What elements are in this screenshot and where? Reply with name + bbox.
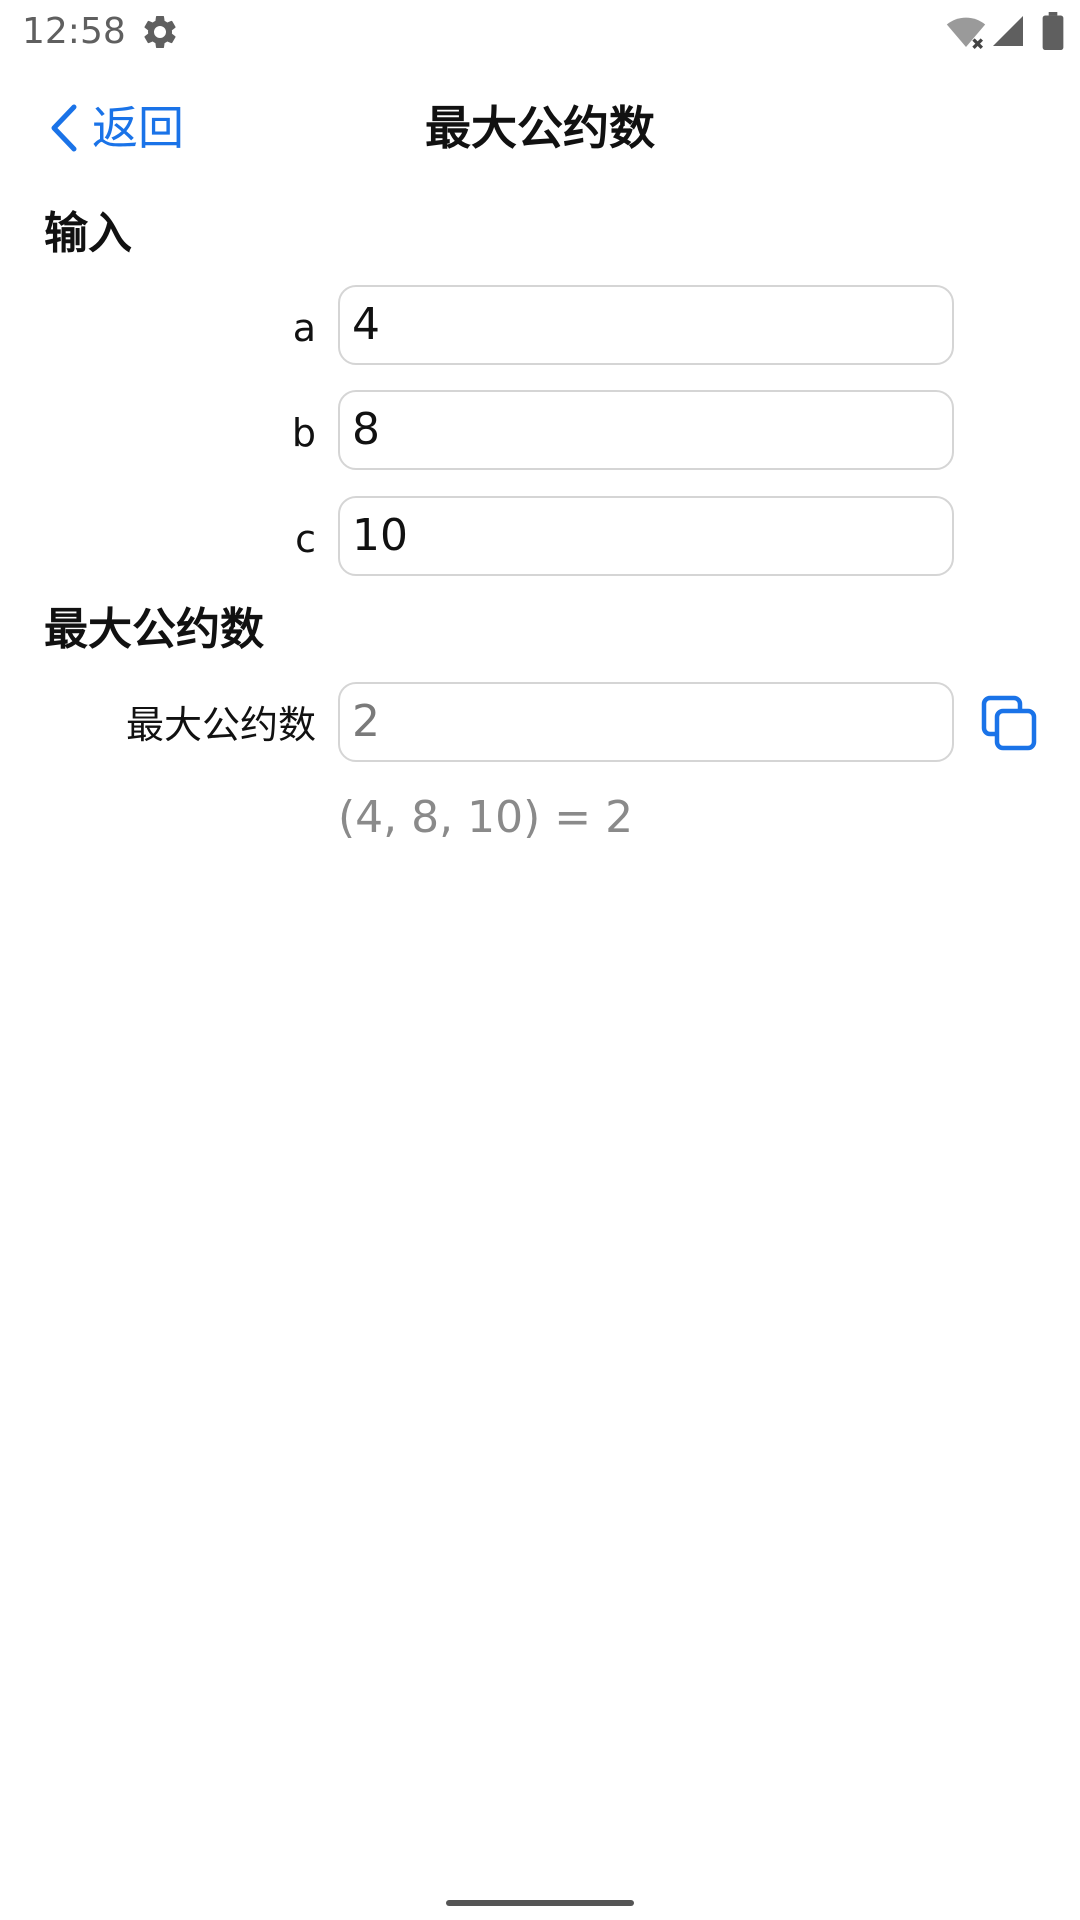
field-label-c: c [295,517,316,561]
status-time: 12:58 [22,11,126,52]
home-indicator[interactable] [446,1900,634,1906]
app-screen: 12:58 返回 最大公约数 输入 a 4 b 8 c 10 最大公约数 最大公… [0,0,1080,1920]
input-field-c[interactable]: 10 [338,496,954,576]
result-field[interactable]: 2 [338,682,954,762]
input-field-b[interactable]: 8 [338,390,954,470]
input-section-title: 输入 [44,208,132,259]
page-title: 最大公约数 [425,101,655,155]
field-label-b: b [291,411,316,455]
input-field-a[interactable]: 4 [338,285,954,365]
wifi-off-icon [946,17,986,50]
result-section-title: 最大公约数 [44,604,264,655]
signal-icon [993,16,1023,46]
battery-icon [1042,12,1064,50]
copy-icon[interactable] [980,694,1038,752]
result-label: 最大公约数 [125,703,316,747]
formula-text: (4, 8, 10) = 2 [338,792,634,843]
field-label-a: a [292,306,316,350]
gear-icon [144,15,176,48]
